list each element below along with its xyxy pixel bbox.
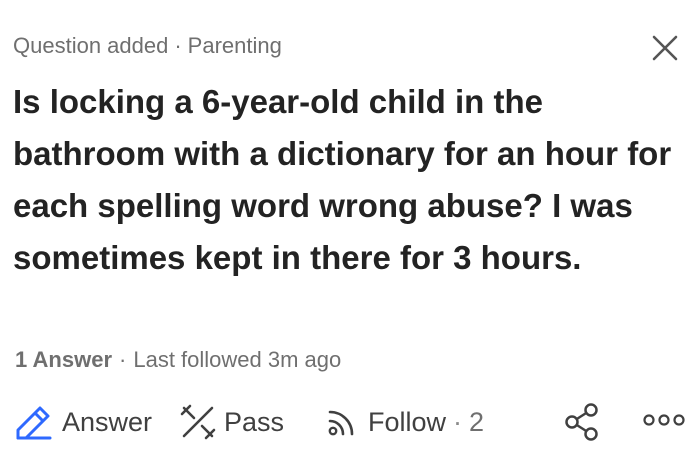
pass-label: Pass: [224, 406, 285, 437]
question-meta: Question added · Parenting: [13, 31, 282, 61]
more-icon: [643, 414, 685, 426]
share-icon: [565, 403, 598, 441]
more-button[interactable]: [642, 410, 686, 435]
follow-separator: ·: [453, 406, 463, 437]
answer-label: Answer: [62, 406, 153, 437]
share-button[interactable]: [564, 402, 602, 447]
meta-separator: ·: [174, 33, 182, 58]
pass-button[interactable]: Pass: [180, 404, 324, 440]
answer-count[interactable]: 1 Answer: [15, 347, 112, 373]
question-card: Question added · Parenting Is locking a …: [0, 0, 700, 467]
follow-button[interactable]: Follow · 2: [324, 404, 524, 440]
pencil-icon: [16, 406, 52, 440]
close-icon: [652, 35, 678, 61]
last-followed: Last followed 3m ago: [133, 347, 342, 372]
follow-count: 2: [469, 406, 485, 437]
answer-button[interactable]: Answer: [14, 402, 180, 442]
action-bar: Answer Pass Follow · 2: [14, 398, 686, 446]
x-icon: [180, 404, 216, 440]
stats-separator: ·: [119, 347, 127, 372]
follow-label: Follow: [368, 406, 447, 437]
topic-link[interactable]: Parenting: [188, 33, 282, 59]
question-title[interactable]: Is locking a 6-year-old child in the bat…: [13, 76, 683, 284]
event-label: Question added: [13, 33, 169, 58]
close-button[interactable]: [645, 28, 685, 68]
rss-icon: [328, 410, 354, 436]
question-stats: 1 Answer · Last followed 3m ago: [15, 345, 341, 375]
